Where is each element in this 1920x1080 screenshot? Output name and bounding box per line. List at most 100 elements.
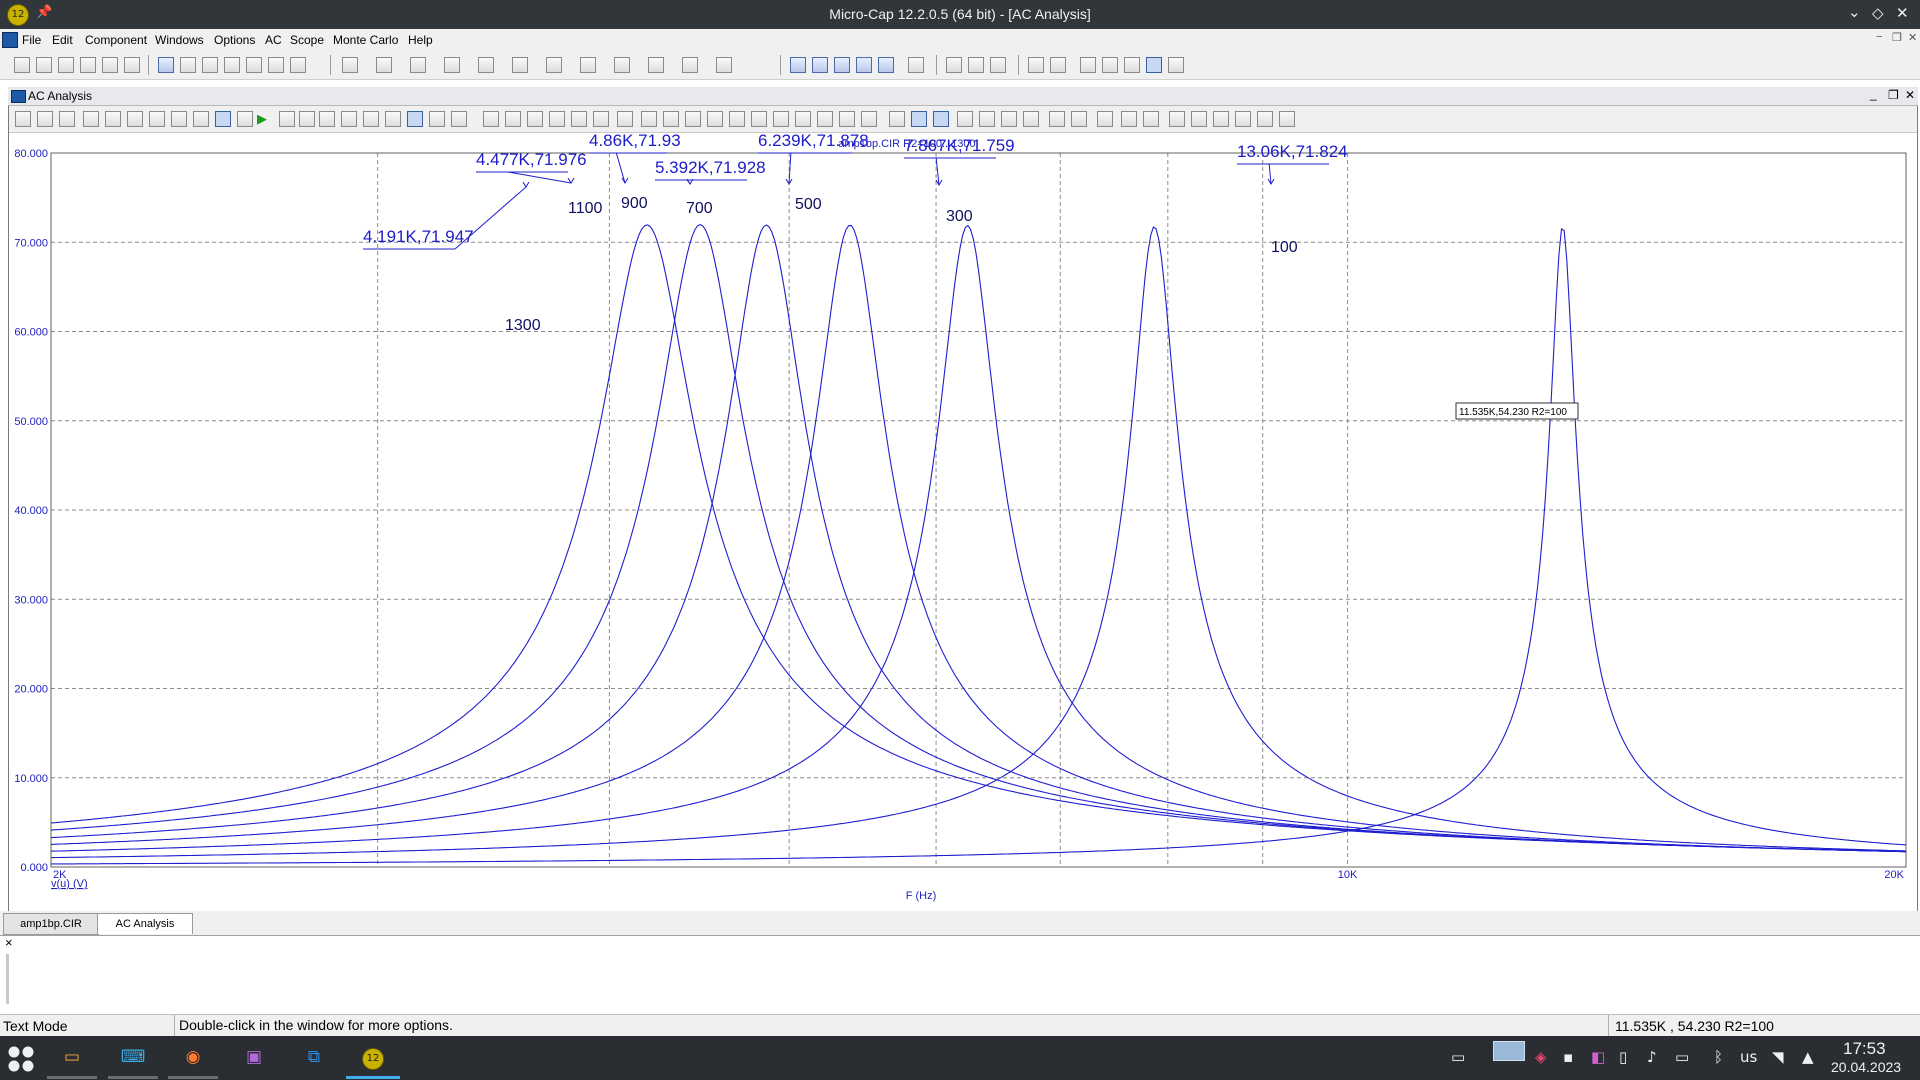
align-left-icon[interactable] [1169, 111, 1185, 127]
shape-editor-icon[interactable] [968, 57, 984, 73]
component-library-icon[interactable] [946, 57, 962, 73]
go-to-y-icon[interactable] [817, 111, 833, 127]
align-center-icon[interactable] [1191, 111, 1207, 127]
diode-icon[interactable] [478, 57, 494, 73]
global-low-icon[interactable] [773, 111, 789, 127]
vscode-icon[interactable]: ⧉ [299, 1042, 329, 1072]
print-preview-icon[interactable] [102, 57, 118, 73]
zoom-reset-icon[interactable] [571, 111, 587, 127]
bluetooth-icon[interactable]: ᛒ [1714, 1048, 1723, 1066]
mdi-minimize-button[interactable]: − [1876, 31, 1882, 43]
model-icon[interactable] [1028, 57, 1044, 73]
pager-icon[interactable] [1493, 1041, 1525, 1061]
redo-icon[interactable] [180, 57, 196, 73]
y-axis-label[interactable]: v(u) (V) [51, 878, 88, 890]
analysis-restore-button[interactable]: ❐ [1888, 88, 1899, 102]
menu-edit[interactable]: Edit [52, 33, 73, 47]
stop-icon[interactable] [279, 111, 295, 127]
global-high-icon[interactable] [751, 111, 767, 127]
go-to-branch-icon[interactable] [839, 111, 855, 127]
split-horizontal-icon[interactable] [483, 111, 499, 127]
source-icon[interactable] [682, 57, 698, 73]
mdi-restore-button[interactable]: ❐ [1892, 31, 1902, 44]
windows-icon[interactable]: ▪ [1563, 1048, 1573, 1066]
vertical-tag-icon[interactable] [149, 111, 165, 127]
tray-expand-icon[interactable]: ▲ [1802, 1048, 1814, 1066]
panel-close-button[interactable]: × [5, 935, 13, 950]
point-tag-icon[interactable] [105, 111, 121, 127]
menu-options[interactable]: Options [214, 33, 255, 47]
tab-ac-analysis[interactable]: AC Analysis [97, 913, 193, 934]
capacitor-icon[interactable] [410, 57, 426, 73]
layout-icon[interactable] [407, 111, 423, 127]
macro-icon[interactable] [614, 57, 630, 73]
mdi-close-button[interactable]: ✕ [1908, 31, 1917, 44]
volume-icon[interactable]: ♪ [1647, 1048, 1657, 1066]
add-plot-icon[interactable] [385, 111, 401, 127]
store-icon[interactable]: ▣ [239, 1042, 269, 1072]
mdi-system-icon[interactable] [2, 32, 18, 48]
zoom-out-icon[interactable] [979, 111, 995, 127]
window-list-icon[interactable] [878, 57, 894, 73]
app-launcher-icon[interactable] [6, 1044, 36, 1074]
copy-image-icon[interactable] [1097, 111, 1113, 127]
zoom-region-icon[interactable] [549, 111, 565, 127]
delete-icon[interactable] [268, 57, 284, 73]
color-picker-icon[interactable]: ◧ [1591, 1048, 1605, 1066]
same-y-scales-icon[interactable] [911, 111, 927, 127]
ground-icon[interactable] [342, 57, 358, 73]
inductor-icon[interactable] [444, 57, 460, 73]
transistor-icon[interactable] [512, 57, 528, 73]
performance-tag-icon[interactable] [171, 111, 187, 127]
align-right-icon[interactable] [1213, 111, 1229, 127]
maximize-button[interactable]: ◇ [1872, 4, 1884, 22]
grid-icon[interactable] [1023, 111, 1039, 127]
horizontal-tag-icon[interactable] [127, 111, 143, 127]
show-desktop-icon[interactable]: ▭ [1451, 1048, 1465, 1066]
battery-icon[interactable] [648, 57, 664, 73]
tile-vertical-icon[interactable] [812, 57, 828, 73]
opamp-icon[interactable] [580, 57, 596, 73]
pause-icon[interactable] [299, 111, 315, 127]
align-bottom-icon[interactable] [1279, 111, 1295, 127]
text-style-icon[interactable] [1071, 111, 1087, 127]
panel-splitter[interactable] [6, 954, 9, 1004]
zoom-clear-icon[interactable] [593, 111, 609, 127]
open-file-icon[interactable] [36, 57, 52, 73]
copy-icon[interactable] [224, 57, 240, 73]
auto-scale-icon[interactable] [933, 111, 949, 127]
minimize-button[interactable]: ⌄ [1848, 3, 1861, 21]
calculator-icon[interactable] [908, 57, 924, 73]
menu-scope[interactable]: Scope [290, 33, 324, 47]
zoom-fit-icon[interactable] [527, 111, 543, 127]
valley-icon[interactable] [663, 111, 679, 127]
pan-mode-icon[interactable] [37, 111, 53, 127]
keyboard-layout[interactable]: us [1740, 1048, 1757, 1066]
tokens-icon[interactable] [889, 111, 905, 127]
analysis-window-icon[interactable] [11, 90, 26, 103]
properties-icon[interactable] [237, 111, 253, 127]
go-to-x-icon[interactable] [795, 111, 811, 127]
cursor-options-icon[interactable] [617, 111, 633, 127]
paste-icon[interactable] [246, 57, 262, 73]
clock-time[interactable]: 17:53 [1843, 1039, 1886, 1059]
arrange-icon[interactable] [856, 57, 872, 73]
menu-file[interactable]: File [22, 33, 41, 47]
inflection-icon[interactable] [729, 111, 745, 127]
microcap-taskbar-icon[interactable]: 12 [362, 1048, 384, 1070]
menu-ac[interactable]: AC [265, 33, 282, 47]
clock-date[interactable]: 20.04.2023 [1831, 1059, 1901, 1075]
wifi-icon[interactable]: ◥ [1772, 1048, 1784, 1066]
menu-windows[interactable]: Windows [155, 33, 204, 47]
graphics-icon[interactable] [83, 111, 99, 127]
select-mode-icon[interactable] [15, 111, 31, 127]
probe-icon[interactable] [1102, 57, 1118, 73]
check-icon[interactable] [1050, 57, 1066, 73]
layout-3-icon[interactable] [451, 111, 467, 127]
menu-monte-carlo[interactable]: Monte Carlo [333, 33, 398, 47]
bring-front-icon[interactable] [1121, 111, 1137, 127]
run-icon[interactable]: ▶ [257, 111, 273, 127]
high-icon[interactable] [685, 111, 701, 127]
analysis-close-button[interactable]: ✕ [1905, 88, 1915, 102]
security-icon[interactable]: ◈ [1535, 1048, 1547, 1066]
